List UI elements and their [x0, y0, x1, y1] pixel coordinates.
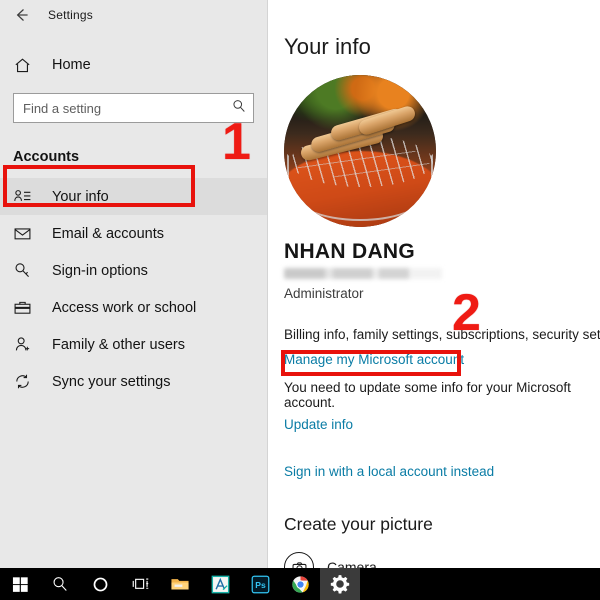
person-details-icon: [13, 187, 32, 206]
content-pane: Your info NHAN DANG Administrator Billin…: [268, 0, 600, 568]
briefcase-icon: [13, 298, 32, 317]
chrome-button[interactable]: [280, 568, 320, 600]
sidebar-item-sign-in-options[interactable]: Sign-in options: [0, 252, 267, 289]
camera-icon: [284, 552, 314, 568]
sidebar-item-label: Access work or school: [52, 300, 196, 316]
envelope-icon: [13, 224, 32, 243]
sidebar-item-sync-your-settings[interactable]: Sync your settings: [0, 363, 267, 400]
home-label: Home: [52, 57, 91, 73]
user-name: NHAN DANG: [284, 240, 600, 264]
sync-icon: [13, 372, 32, 391]
create-picture-title: Create your picture: [284, 514, 600, 535]
avatar[interactable]: [284, 75, 436, 227]
annotation-step-1: 1: [222, 116, 251, 168]
camera-option[interactable]: Camera: [284, 552, 600, 568]
sidebar-item-family-other-users[interactable]: Family & other users: [0, 326, 267, 363]
local-account-row: Sign in with a local account instead: [284, 463, 600, 481]
cortana-button[interactable]: [80, 568, 120, 600]
settings-window: Settings Home: [0, 0, 600, 568]
key-icon: [13, 261, 32, 280]
update-info-link[interactable]: Update info: [284, 417, 353, 432]
sidebar-item-label: Email & accounts: [52, 226, 164, 242]
title-bar: Settings: [0, 0, 267, 30]
home-icon: [13, 56, 32, 75]
avatar-photo-grill-handle: [287, 154, 433, 221]
taskbar: Ps: [0, 568, 600, 600]
sidebar-item-email-accounts[interactable]: Email & accounts: [0, 215, 267, 252]
sidebar-item-home[interactable]: Home: [0, 48, 267, 82]
app-button[interactable]: [200, 568, 240, 600]
start-button[interactable]: [0, 568, 40, 600]
update-info-row: Update info: [284, 416, 600, 434]
sidebar-item-access-work-or-school[interactable]: Access work or school: [0, 289, 267, 326]
sign-in-local-account-link[interactable]: Sign in with a local account instead: [284, 464, 494, 479]
photoshop-button[interactable]: Ps: [240, 568, 280, 600]
sidebar-item-label: Your info: [52, 189, 109, 205]
task-view-button[interactable]: [120, 568, 160, 600]
search-box[interactable]: [13, 93, 254, 123]
sidebar-item-label: Family & other users: [52, 337, 185, 353]
settings-button[interactable]: [320, 568, 360, 600]
search-button[interactable]: [40, 568, 80, 600]
sidebar: Settings Home: [0, 0, 268, 568]
billing-info-text: Billing info, family settings, subscript…: [284, 327, 600, 342]
search-input[interactable]: [23, 94, 231, 122]
update-info-note: You need to update some info for your Mi…: [284, 380, 600, 410]
back-arrow-icon[interactable]: [12, 5, 32, 25]
annotation-step-2: 2: [452, 287, 481, 339]
masked-email: [284, 268, 442, 279]
sidebar-item-your-info[interactable]: Your info: [0, 178, 267, 215]
account-role: Administrator: [284, 286, 600, 301]
file-explorer-button[interactable]: [160, 568, 200, 600]
screen: Settings Home: [0, 0, 600, 600]
manage-microsoft-account-link[interactable]: Manage my Microsoft account: [284, 352, 464, 367]
person-add-icon: [13, 335, 32, 354]
manage-account-row: Manage my Microsoft account: [284, 351, 600, 369]
svg-text:Ps: Ps: [255, 580, 266, 590]
window-title: Settings: [48, 8, 93, 22]
sidebar-nav: Your info Email & accounts: [0, 178, 267, 400]
page-title: Your info: [284, 34, 600, 60]
sidebar-item-label: Sign-in options: [52, 263, 148, 279]
camera-label: Camera: [327, 559, 377, 568]
sidebar-item-label: Sync your settings: [52, 374, 170, 390]
